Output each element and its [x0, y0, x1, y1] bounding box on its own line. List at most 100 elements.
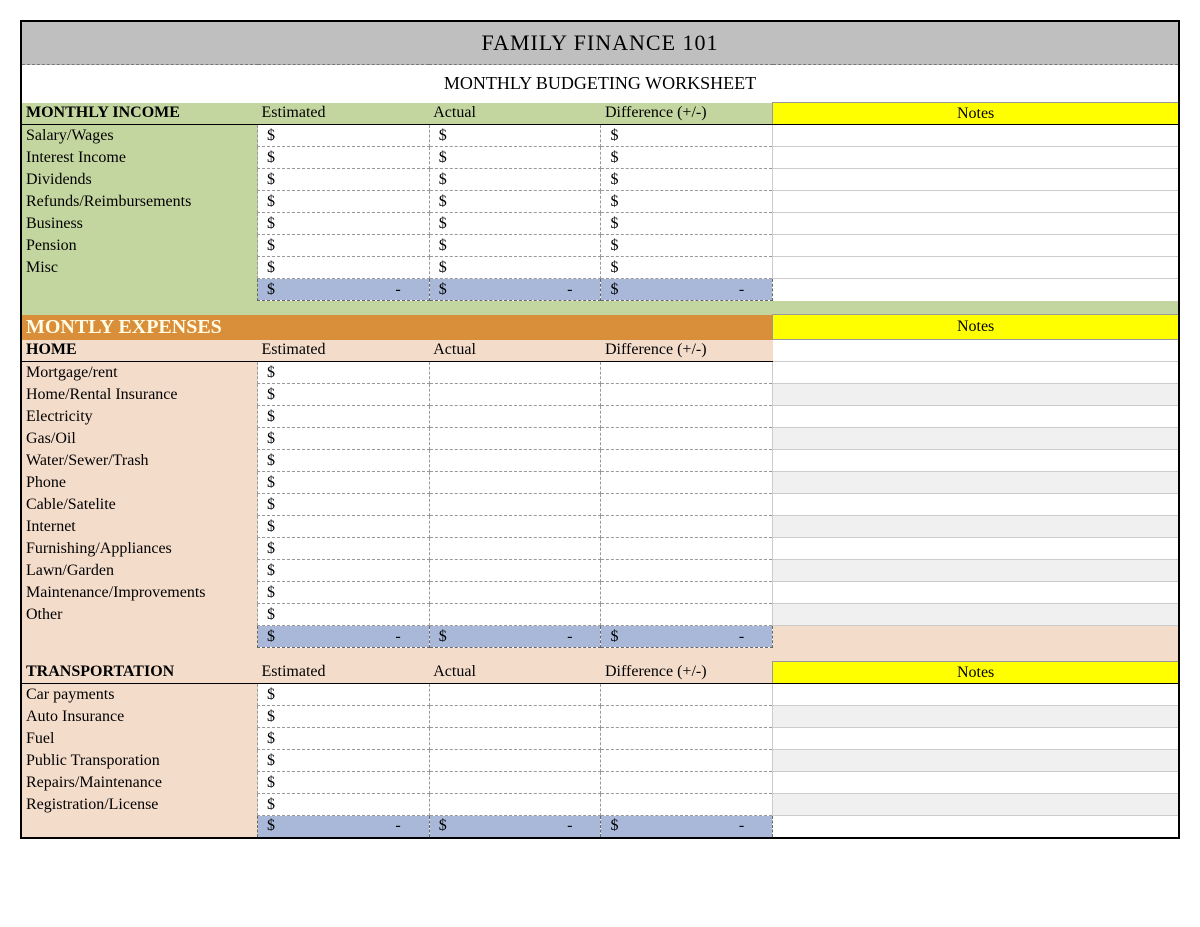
amount-cell[interactable]: $: [429, 169, 601, 191]
amount-cell[interactable]: $: [601, 147, 773, 169]
amount-cell[interactable]: $: [429, 125, 601, 147]
amount-cell[interactable]: $: [258, 384, 430, 406]
amount-cell[interactable]: [429, 684, 601, 706]
notes-cell[interactable]: [773, 582, 1179, 604]
amount-cell[interactable]: [429, 362, 601, 384]
amount-cell[interactable]: $: [258, 450, 430, 472]
amount-cell[interactable]: [429, 516, 601, 538]
amount-cell[interactable]: $: [258, 750, 430, 772]
amount-cell[interactable]: $: [258, 516, 430, 538]
amount-cell[interactable]: [601, 582, 773, 604]
notes-cell[interactable]: [773, 516, 1179, 538]
amount-cell[interactable]: $: [429, 235, 601, 257]
amount-cell[interactable]: $: [258, 213, 430, 235]
income-total-act[interactable]: $-: [429, 279, 601, 301]
amount-cell[interactable]: $: [258, 362, 430, 384]
amount-cell[interactable]: $: [258, 494, 430, 516]
amount-cell[interactable]: [601, 472, 773, 494]
notes-cell[interactable]: [773, 235, 1179, 257]
transport-total-act[interactable]: $-: [429, 816, 601, 838]
amount-cell[interactable]: $: [258, 604, 430, 626]
notes-cell[interactable]: [773, 750, 1179, 772]
amount-cell[interactable]: [601, 406, 773, 428]
amount-cell[interactable]: [601, 538, 773, 560]
home-total-diff[interactable]: $-: [601, 626, 773, 648]
amount-cell[interactable]: $: [429, 147, 601, 169]
amount-cell[interactable]: $: [601, 191, 773, 213]
income-total-est[interactable]: $-: [258, 279, 430, 301]
amount-cell[interactable]: $: [601, 125, 773, 147]
amount-cell[interactable]: [601, 728, 773, 750]
amount-cell[interactable]: [429, 706, 601, 728]
amount-cell[interactable]: $: [258, 235, 430, 257]
amount-cell[interactable]: $: [429, 257, 601, 279]
amount-cell[interactable]: [429, 384, 601, 406]
notes-cell[interactable]: [773, 560, 1179, 582]
amount-cell[interactable]: [429, 406, 601, 428]
amount-cell[interactable]: [429, 794, 601, 816]
income-total-diff[interactable]: $-: [601, 279, 773, 301]
amount-cell[interactable]: [429, 750, 601, 772]
amount-cell[interactable]: [429, 728, 601, 750]
notes-cell[interactable]: [773, 494, 1179, 516]
amount-cell[interactable]: $: [258, 191, 430, 213]
amount-cell[interactable]: $: [601, 169, 773, 191]
transport-total-est[interactable]: $-: [258, 816, 430, 838]
amount-cell[interactable]: [601, 604, 773, 626]
amount-cell[interactable]: $: [258, 125, 430, 147]
amount-cell[interactable]: [429, 428, 601, 450]
amount-cell[interactable]: [429, 450, 601, 472]
amount-cell[interactable]: $: [258, 472, 430, 494]
notes-cell[interactable]: [773, 772, 1179, 794]
amount-cell[interactable]: $: [258, 772, 430, 794]
amount-cell[interactable]: [601, 450, 773, 472]
notes-cell[interactable]: [773, 706, 1179, 728]
notes-cell[interactable]: [773, 794, 1179, 816]
notes-cell[interactable]: [773, 125, 1179, 147]
amount-cell[interactable]: $: [258, 728, 430, 750]
notes-cell[interactable]: [773, 472, 1179, 494]
notes-cell[interactable]: [773, 257, 1179, 279]
amount-cell[interactable]: [601, 494, 773, 516]
amount-cell[interactable]: [601, 384, 773, 406]
amount-cell[interactable]: $: [258, 582, 430, 604]
amount-cell[interactable]: $: [258, 428, 430, 450]
amount-cell[interactable]: [601, 706, 773, 728]
notes-cell[interactable]: [773, 450, 1179, 472]
amount-cell[interactable]: $: [258, 794, 430, 816]
notes-cell[interactable]: [773, 384, 1179, 406]
notes-cell[interactable]: [773, 169, 1179, 191]
amount-cell[interactable]: [601, 516, 773, 538]
amount-cell[interactable]: [429, 494, 601, 516]
amount-cell[interactable]: [601, 772, 773, 794]
amount-cell[interactable]: [601, 560, 773, 582]
amount-cell[interactable]: $: [429, 191, 601, 213]
home-total-est[interactable]: $-: [258, 626, 430, 648]
amount-cell[interactable]: $: [258, 406, 430, 428]
notes-cell[interactable]: [773, 191, 1179, 213]
home-total-act[interactable]: $-: [429, 626, 601, 648]
amount-cell[interactable]: $: [258, 538, 430, 560]
notes-cell[interactable]: [773, 604, 1179, 626]
amount-cell[interactable]: $: [601, 235, 773, 257]
amount-cell[interactable]: $: [258, 147, 430, 169]
amount-cell[interactable]: [429, 472, 601, 494]
notes-cell[interactable]: [773, 428, 1179, 450]
amount-cell[interactable]: $: [258, 169, 430, 191]
amount-cell[interactable]: [601, 428, 773, 450]
notes-cell[interactable]: [773, 684, 1179, 706]
amount-cell[interactable]: [601, 684, 773, 706]
amount-cell[interactable]: [429, 582, 601, 604]
notes-cell[interactable]: [773, 728, 1179, 750]
amount-cell[interactable]: $: [258, 257, 430, 279]
transport-total-diff[interactable]: $-: [601, 816, 773, 838]
amount-cell[interactable]: $: [429, 213, 601, 235]
amount-cell[interactable]: [429, 560, 601, 582]
amount-cell[interactable]: [429, 772, 601, 794]
amount-cell[interactable]: $: [601, 257, 773, 279]
amount-cell[interactable]: $: [258, 560, 430, 582]
amount-cell[interactable]: [601, 750, 773, 772]
amount-cell[interactable]: $: [258, 706, 430, 728]
notes-cell[interactable]: [773, 362, 1179, 384]
amount-cell[interactable]: [429, 538, 601, 560]
